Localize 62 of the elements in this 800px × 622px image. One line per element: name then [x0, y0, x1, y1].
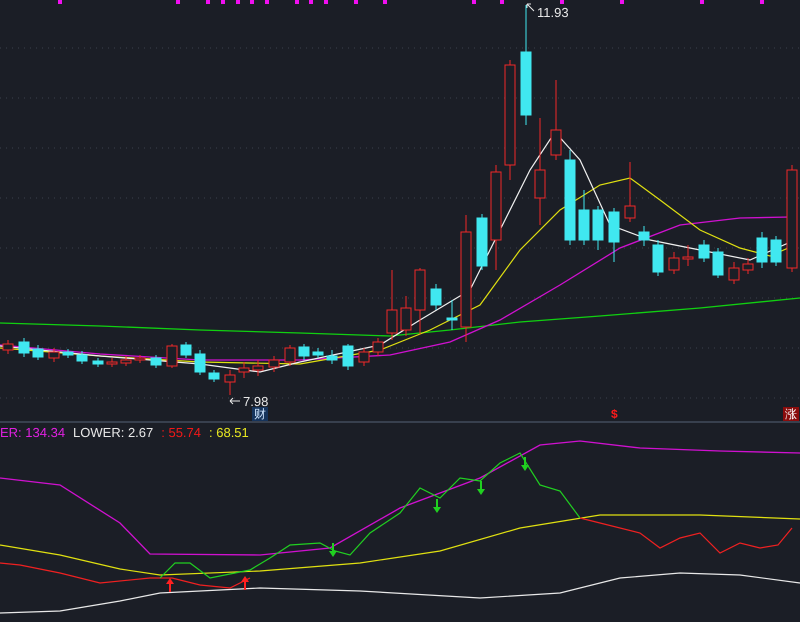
candlestick	[652, 240, 664, 276]
candlestick	[326, 350, 338, 364]
candlestick	[18, 338, 30, 358]
candlestick	[106, 358, 118, 368]
pointer-arrow-icon	[526, 4, 534, 12]
up-arrow-icon	[166, 578, 174, 592]
candlestick	[150, 354, 162, 368]
candlestick	[358, 348, 370, 366]
candlestick	[386, 270, 398, 340]
candlestick	[756, 232, 768, 268]
candlestick	[476, 214, 488, 270]
candlestick	[62, 348, 74, 358]
candlestick	[194, 350, 206, 376]
limit-up-marker: 涨	[783, 407, 799, 421]
candlestick	[446, 300, 458, 330]
candlestick	[252, 360, 264, 376]
candlestick	[166, 344, 178, 368]
candlestick	[180, 342, 192, 358]
up-arrow-icon	[241, 576, 249, 590]
candlestick	[134, 354, 146, 364]
candlestick	[698, 240, 710, 262]
candlestick	[224, 370, 236, 396]
candlestick	[120, 356, 132, 366]
low-price-label: 7.98	[243, 395, 268, 408]
candlestick	[268, 356, 280, 372]
candlestick	[32, 344, 44, 360]
candlestick	[430, 284, 442, 310]
legend-value: LOWER: 2.67	[73, 425, 154, 440]
legend-value: : 55.74	[161, 425, 202, 440]
pointer-arrow-icon	[230, 398, 240, 404]
candlestick	[284, 344, 296, 366]
candlestick	[238, 362, 250, 378]
candlestick	[682, 244, 694, 266]
candlestick	[770, 236, 782, 266]
candlestick	[342, 344, 354, 370]
candlestick	[312, 348, 324, 358]
down-arrow-icon	[433, 499, 441, 513]
candlestick	[608, 208, 620, 262]
down-arrow-icon	[477, 481, 485, 495]
down-arrow-icon	[329, 543, 337, 557]
down-arrow-icon	[521, 457, 529, 471]
candlestick	[2, 340, 14, 354]
candlestick	[668, 252, 680, 274]
candlestick	[578, 190, 590, 246]
candlestick	[624, 162, 636, 222]
candlestick	[728, 262, 740, 284]
candlestick	[712, 248, 724, 278]
legend-value: : 68.51	[209, 425, 249, 440]
candlestick	[638, 226, 650, 246]
finance-marker: 财	[252, 407, 268, 421]
candlestick	[48, 348, 60, 362]
candlestick	[400, 296, 412, 336]
high-price-label: 11.93	[537, 6, 569, 19]
candlestick	[414, 268, 426, 334]
candlestick	[76, 350, 88, 364]
candlestick	[372, 338, 384, 356]
candlestick	[208, 370, 220, 382]
candlestick	[742, 258, 754, 274]
legend-value: ER: 134.34	[0, 425, 66, 440]
candlestick	[298, 344, 310, 360]
candlestick	[592, 206, 604, 250]
dollar-marker: $	[610, 407, 619, 421]
